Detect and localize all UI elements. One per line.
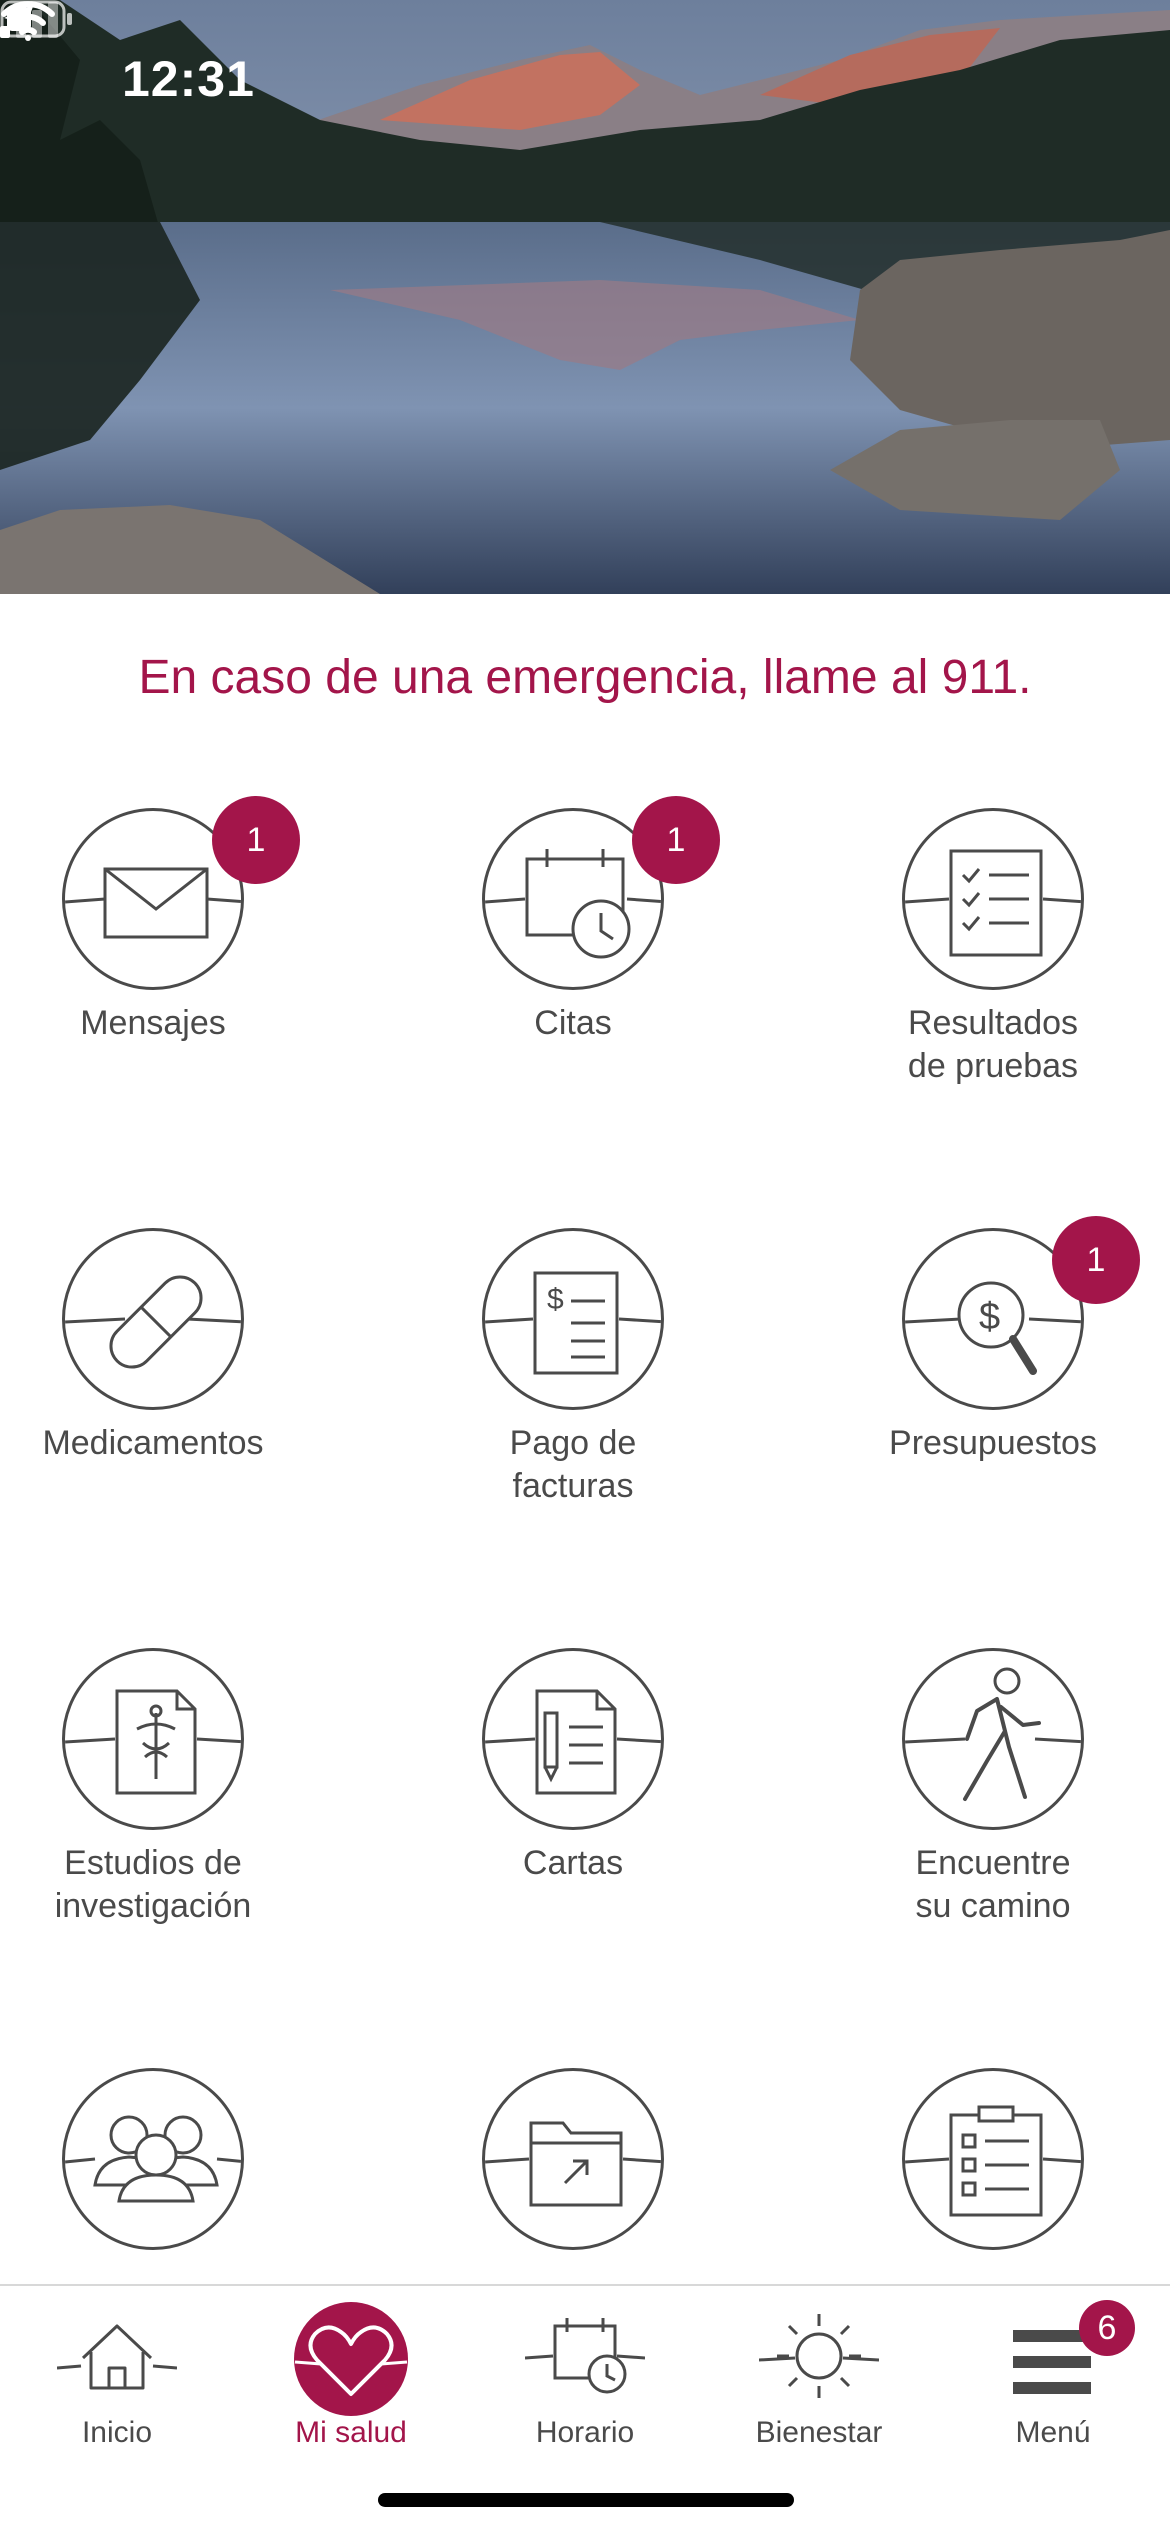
emergency-notice: En caso de una emergencia, llame al 911. bbox=[138, 651, 1032, 704]
tile-label: Presupuestos bbox=[889, 1424, 1097, 1462]
svg-text:$: $ bbox=[547, 1283, 564, 1316]
tile-label: Encuentre su camino bbox=[915, 1844, 1071, 1925]
group-people-icon bbox=[65, 2115, 241, 2203]
tile-icon-circle bbox=[62, 1228, 244, 1410]
tab-menu[interactable]: 6 Menú bbox=[936, 2286, 1170, 2486]
calendar-clock-icon bbox=[525, 2318, 645, 2394]
tile-grupo[interactable] bbox=[0, 2068, 348, 2254]
tile-label: Pago de facturas bbox=[509, 1424, 637, 1505]
sun-icon bbox=[759, 2314, 879, 2398]
tab-bienestar[interactable]: Bienestar bbox=[702, 2286, 936, 2486]
pill-capsule-icon bbox=[65, 1275, 241, 1369]
letter-pen-icon bbox=[485, 1689, 661, 1795]
tile-label: Medicamentos bbox=[42, 1424, 264, 1462]
tab-badge: 6 bbox=[1079, 2300, 1135, 2356]
tile-encuentre-camino[interactable]: Encuentre su camino bbox=[798, 1648, 1170, 1948]
tile-label: Estudios de investigación bbox=[54, 1844, 252, 1925]
bill-dollar-icon: $ bbox=[485, 1271, 661, 1375]
tile-medicamentos[interactable]: Medicamentos bbox=[0, 1228, 348, 1528]
tile-badge: 1 bbox=[212, 796, 300, 884]
tile-label: Mensajes bbox=[80, 1004, 226, 1042]
tile-icon-circle: $ bbox=[482, 1228, 664, 1410]
tab-mi-salud[interactable]: Mi salud bbox=[234, 2286, 468, 2486]
tile-label: Cartas bbox=[522, 1844, 624, 1882]
tile-portapapeles[interactable] bbox=[798, 2068, 1170, 2254]
walking-person-icon bbox=[905, 1667, 1081, 1801]
hero-landscape-image: 12:31 bbox=[0, 0, 1170, 594]
tile-carpeta[interactable] bbox=[378, 2068, 768, 2254]
tab-label: Bienestar bbox=[755, 2416, 883, 2449]
caduceus-document-icon bbox=[65, 1689, 241, 1795]
battery-icon bbox=[0, 0, 72, 38]
tile-label: Citas bbox=[534, 1004, 612, 1042]
tile-icon-circle bbox=[482, 1648, 664, 1830]
house-icon bbox=[57, 2324, 177, 2390]
checklist-icon bbox=[905, 849, 1081, 957]
tile-icon-circle bbox=[62, 1648, 244, 1830]
tile-icon-circle bbox=[902, 1648, 1084, 1830]
status-time: 12:31 bbox=[122, 51, 255, 107]
tab-horario[interactable]: Horario bbox=[468, 2286, 702, 2486]
tile-estudios[interactable]: Estudios de investigación bbox=[0, 1648, 348, 1948]
clipboard-list-icon bbox=[905, 2105, 1081, 2217]
tab-label: Menú bbox=[1015, 2416, 1091, 2449]
tile-icon-circle bbox=[902, 808, 1084, 990]
tile-pago-facturas[interactable]: $ Pago de facturas bbox=[378, 1228, 768, 1528]
home-indicator[interactable] bbox=[378, 2493, 794, 2507]
tab-label: Horario bbox=[535, 2416, 635, 2449]
tab-inicio[interactable]: Inicio bbox=[0, 2286, 234, 2486]
tab-label: Mi salud bbox=[295, 2416, 407, 2449]
tile-presupuestos[interactable]: $ 1 Presupuestos bbox=[798, 1216, 1170, 1528]
tile-icon-circle bbox=[62, 2068, 244, 2250]
tile-badge: 1 bbox=[1052, 1216, 1140, 1304]
heart-icon bbox=[294, 2325, 408, 2397]
tile-resultados[interactable]: Resultados de pruebas bbox=[798, 808, 1170, 1108]
status-bar: 12:31 bbox=[0, 0, 1170, 160]
tile-icon-circle bbox=[902, 2068, 1084, 2250]
folder-share-icon bbox=[485, 2121, 661, 2207]
tile-badge: 1 bbox=[632, 796, 720, 884]
svg-text:$: $ bbox=[979, 1296, 1000, 1338]
tab-label: Inicio bbox=[81, 2416, 153, 2449]
tile-label: Resultados de pruebas bbox=[907, 1004, 1079, 1085]
tile-citas[interactable]: 1 Citas bbox=[378, 796, 768, 1108]
tile-cartas[interactable]: Cartas bbox=[378, 1648, 768, 1948]
tile-icon-circle bbox=[482, 2068, 664, 2250]
tile-mensajes[interactable]: 1 Mensajes bbox=[0, 796, 348, 1108]
